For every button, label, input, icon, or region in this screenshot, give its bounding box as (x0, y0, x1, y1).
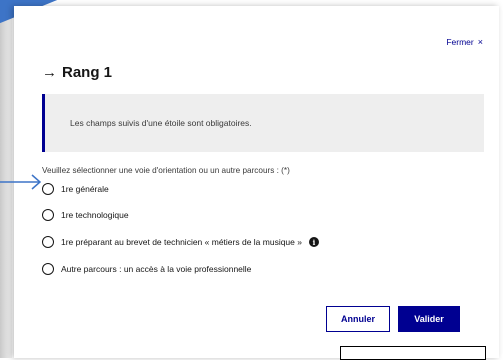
annotation-arrow-icon (0, 174, 42, 190)
radio-option-autre-parcours[interactable]: Autre parcours : un accès à la voie prof… (42, 263, 251, 275)
radio-label: 1re préparant au brevet de technicien « … (61, 237, 302, 247)
validate-button[interactable]: Valider (398, 306, 460, 332)
required-fields-notice: Les champs suivis d'une étoile sont obli… (42, 94, 484, 152)
fieldset-legend: Veuillez sélectionner une voie d'orienta… (42, 166, 290, 175)
arrow-right-icon: → (42, 64, 57, 81)
radio-option-generale[interactable]: 1re générale (42, 183, 109, 195)
radio-button[interactable] (42, 236, 54, 248)
radio-label: 1re générale (61, 184, 109, 194)
radio-label: Autre parcours : un accès à la voie prof… (61, 264, 252, 274)
radio-button[interactable] (42, 263, 54, 275)
close-button[interactable]: Fermer × (446, 37, 483, 47)
radio-label: 1re technologique (61, 210, 129, 220)
dialog-title: → Rang 1 (42, 64, 112, 81)
close-icon: × (477, 36, 483, 47)
info-icon[interactable]: i (308, 237, 319, 247)
notice-text: Les champs suivis d'une étoile sont obli… (70, 118, 252, 128)
dialog-title-text: Rang 1 (62, 64, 113, 81)
cancel-button[interactable]: Annuler (326, 306, 390, 332)
radio-option-musique[interactable]: 1re préparant au brevet de technicien « … (42, 236, 319, 248)
close-label: Fermer (446, 37, 474, 47)
radio-option-technologique[interactable]: 1re technologique (42, 209, 129, 221)
radio-button[interactable] (42, 209, 54, 221)
